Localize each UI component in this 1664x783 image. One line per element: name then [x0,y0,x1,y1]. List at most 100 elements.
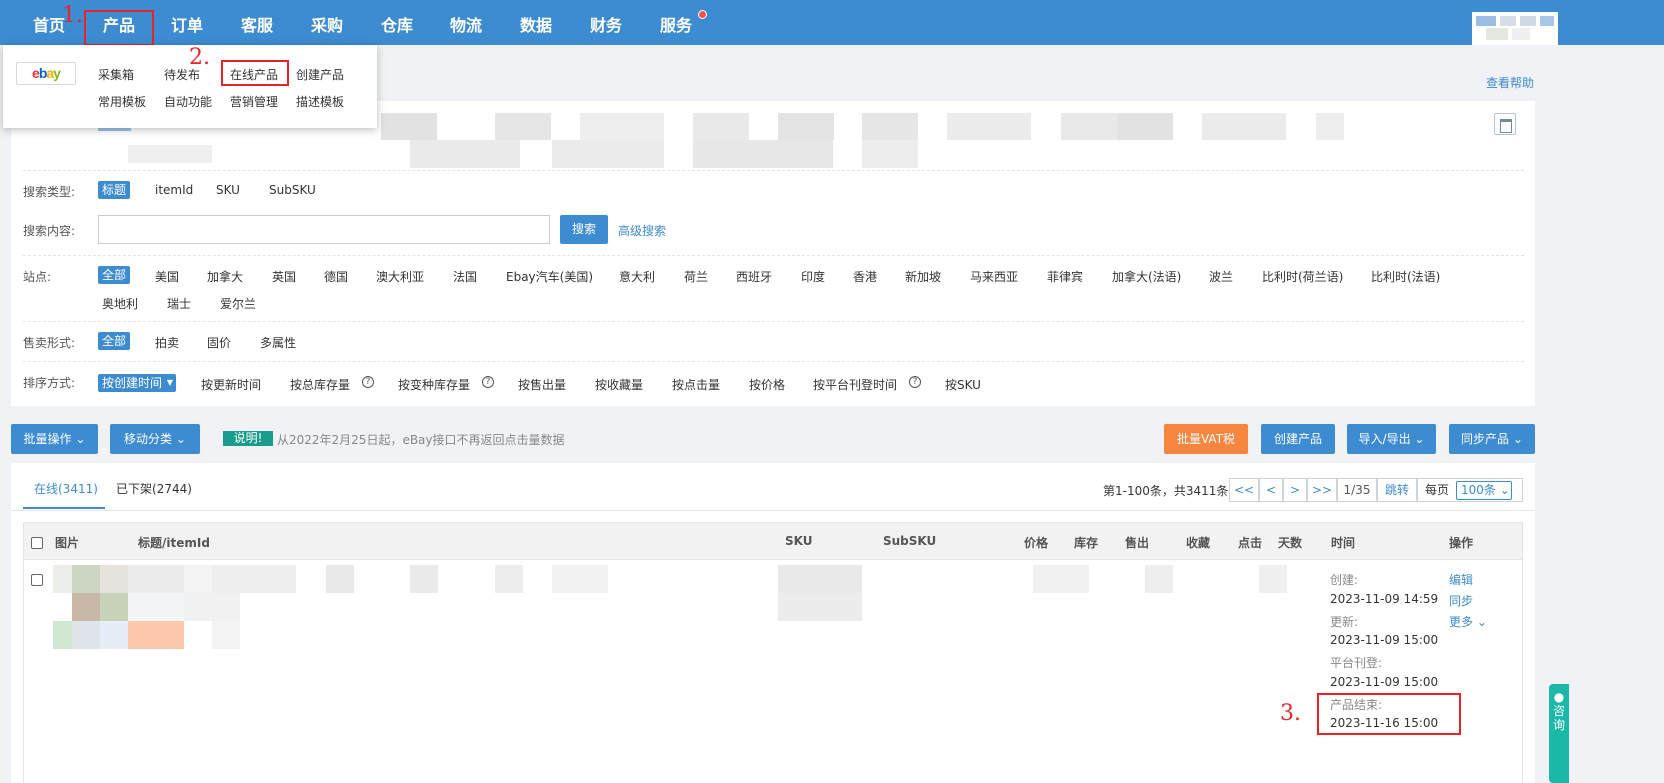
site-italy[interactable]: 意大利 [619,268,655,285]
site-philippines[interactable]: 菲律宾 [1047,268,1083,285]
more-link[interactable]: 更多 ⌄ [1449,613,1487,630]
site-canada-french[interactable]: 加拿大(法语) [1112,268,1181,285]
menu-marketing[interactable]: 营销管理 [230,93,278,110]
sort-created-time[interactable]: 按创建时间 ▼ [98,374,177,392]
site-belgium-dutch[interactable]: 比利时(荷兰语) [1262,268,1343,285]
nav-logistics[interactable]: 物流 [439,0,493,45]
col-subsku: SubSKU [883,534,937,548]
divider [23,361,1524,362]
select-all-checkbox[interactable] [31,537,43,549]
help-question-icon[interactable]: ? [482,376,494,388]
site-singapore[interactable]: 新加坡 [905,268,941,285]
consult-widget[interactable]: ● 咨询 [1549,684,1569,783]
tab-online[interactable]: 在线(3411) [34,480,98,497]
site-malaysia[interactable]: 马来西亚 [970,268,1018,285]
ebay-logo[interactable]: ebay [16,62,76,85]
help-link[interactable]: 查看帮助 [1486,74,1534,91]
help-question-icon[interactable]: ? [362,376,374,388]
sort-price[interactable]: 按价格 [749,376,785,393]
sort-sold[interactable]: 按售出量 [518,376,566,393]
search-button[interactable]: 搜索 [560,215,608,244]
site-austria[interactable]: 奥地利 [102,295,138,312]
per-page-select[interactable]: 100条 ⌄ [1456,481,1512,500]
notification-dot [698,10,707,19]
pager-jump-button[interactable]: 跳转 [1377,478,1417,502]
site-poland[interactable]: 波兰 [1209,268,1233,285]
site-spain[interactable]: 西班牙 [736,268,772,285]
col-sold: 售出 [1125,536,1150,550]
pager-prev-button[interactable]: < [1259,478,1283,502]
pager-next-button[interactable]: > [1283,478,1307,502]
pager-first-button[interactable]: << [1229,478,1259,502]
nav-data[interactable]: 数据 [509,0,563,45]
sort-updated-time[interactable]: 按更新时间 [201,376,261,393]
site-australia[interactable]: 澳大利亚 [376,268,424,285]
search-input[interactable] [98,215,550,244]
products-dropdown-menu: ebay 采集箱 待发布 在线产品 创建产品 常用模板 自动功能 营销管理 描述… [3,45,377,128]
site-ireland[interactable]: 爱尔兰 [220,295,256,312]
nav-finance[interactable]: 财务 [579,0,633,45]
site-india[interactable]: 印度 [801,268,825,285]
sort-sku[interactable]: 按SKU [945,376,981,393]
chevron-down-icon: ⌄ [75,432,86,446]
platform-listed-label: 平台刊登: [1330,656,1383,670]
nav-orders[interactable]: 订单 [160,0,214,45]
site-hongkong[interactable]: 香港 [853,268,877,285]
import-export-button[interactable]: 导入/导出 ⌄ [1347,424,1436,454]
sort-platform-listing-time[interactable]: 按平台刊登时间 [813,376,897,393]
menu-common-templates[interactable]: 常用模板 [98,93,146,110]
sync-products-button[interactable]: 同步产品 ⌄ [1449,424,1535,454]
search-type-itemid[interactable]: itemId [155,183,193,197]
edit-link[interactable]: 编辑 [1449,571,1473,588]
site-all[interactable]: 全部 [98,266,131,284]
sync-link[interactable]: 同步 [1449,592,1473,609]
batch-operations-button[interactable]: 批量操作 ⌄ [11,424,98,454]
nav-services[interactable]: 服务 [649,0,703,45]
nav-service[interactable]: 客服 [230,0,284,45]
chevron-down-icon: ⌄ [1414,432,1425,446]
site-france[interactable]: 法国 [453,268,477,285]
help-question-icon[interactable]: ? [909,376,921,388]
tab-delisted[interactable]: 已下架(2744) [116,480,192,497]
menu-description-templates[interactable]: 描述模板 [296,93,344,110]
sale-type-auction[interactable]: 拍卖 [155,334,179,351]
search-type-title[interactable]: 标题 [98,181,131,199]
search-type-sku[interactable]: SKU [216,183,240,197]
sort-watch[interactable]: 按收藏量 [595,376,643,393]
search-type-subsku[interactable]: SubSKU [269,183,316,197]
menu-collection-box[interactable]: 采集箱 [98,66,134,83]
site-belgium-french[interactable]: 比利时(法语) [1371,268,1440,285]
sale-type-all[interactable]: 全部 [98,332,131,350]
site-uk[interactable]: 英国 [272,268,296,285]
top-nav-bar: 首页 产品 订单 客服 采购 仓库 物流 数据 财务 服务 [0,0,1664,45]
create-product-button[interactable]: 创建产品 [1261,424,1335,454]
menu-create-product[interactable]: 创建产品 [296,66,344,83]
site-us[interactable]: 美国 [155,268,179,285]
pager-last-button[interactable]: >> [1307,478,1337,502]
per-page-value: 100条 [1461,483,1496,497]
move-category-button[interactable]: 移动分类 ⌄ [110,424,200,454]
advanced-search-link[interactable]: 高级搜索 [618,222,666,239]
col-actions: 操作 [1449,536,1474,550]
sale-type-multi[interactable]: 多属性 [260,334,296,351]
user-avatar[interactable] [1472,12,1558,45]
site-netherlands[interactable]: 荷兰 [684,268,708,285]
sort-variant-stock[interactable]: 按变种库存量 [398,376,470,393]
sale-type-fixed[interactable]: 固价 [207,334,231,351]
site-switzerland[interactable]: 瑞士 [167,295,191,312]
nav-purchase[interactable]: 采购 [300,0,354,45]
nav-warehouse[interactable]: 仓库 [370,0,424,45]
step-3-marker: 3. [1280,701,1301,726]
collapse-filter-button[interactable] [1494,113,1516,135]
more-label: 更多 [1449,615,1474,629]
site-germany[interactable]: 德国 [324,268,348,285]
divider [23,255,1524,256]
chevron-down-icon: ⌄ [1512,432,1523,446]
menu-auto-functions[interactable]: 自动功能 [164,93,212,110]
sort-clicks[interactable]: 按点击量 [672,376,720,393]
site-ebay-motors[interactable]: Ebay汽车(美国) [506,268,593,285]
sort-total-stock[interactable]: 按总库存量 [290,376,350,393]
batch-vat-button[interactable]: 批量VAT税 [1164,424,1248,454]
site-canada[interactable]: 加拿大 [207,268,243,285]
row-checkbox[interactable] [31,574,43,586]
